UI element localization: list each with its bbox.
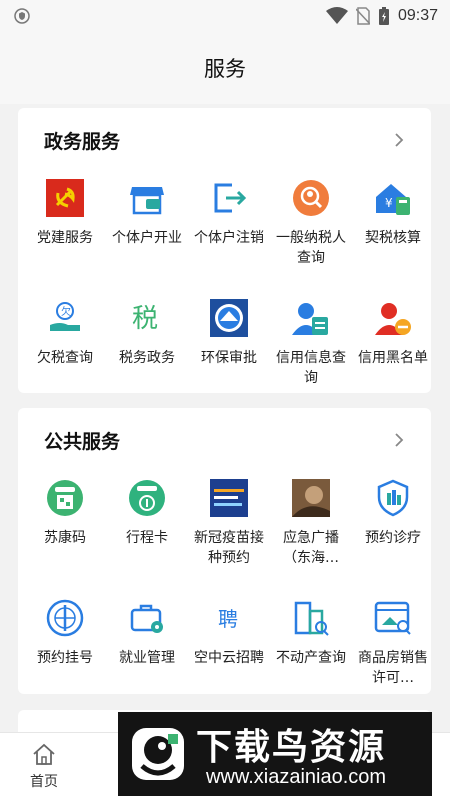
- service-label: 一般纳税人查询: [276, 230, 346, 266]
- nav-label: 首页: [30, 774, 58, 790]
- party-flag-icon: [45, 178, 85, 218]
- exit-icon: [209, 178, 249, 218]
- service-label: 个体户开业: [112, 230, 182, 246]
- service-item[interactable]: 行程卡: [106, 472, 188, 592]
- blacklist-icon: [373, 298, 413, 338]
- service-label: 行程卡: [126, 530, 168, 546]
- service-label: 应急广播（东海…: [283, 530, 339, 566]
- credit-info-icon: [291, 298, 331, 338]
- svg-text:聘: 聘: [218, 607, 238, 631]
- watermark-title: 下载鸟资源: [196, 727, 387, 768]
- service-label: 环保审批: [201, 350, 257, 366]
- shield-clinic-icon: [373, 478, 413, 518]
- service-label: 就业管理: [119, 650, 175, 666]
- service-item[interactable]: 欠 欠税查询: [24, 292, 106, 412]
- svg-text:欠: 欠: [61, 305, 71, 318]
- section-header[interactable]: 公共服务: [18, 408, 431, 472]
- service-item[interactable]: 就业管理: [106, 592, 188, 712]
- service-item[interactable]: 不动产查询: [270, 592, 352, 712]
- section-title: 公共服务: [44, 430, 121, 453]
- service-grid: 党建服务 个体户开业 个体户注销 一般纳税人查询 ¥ 契税核算 欠 欠税查询 税…: [18, 172, 431, 412]
- service-item[interactable]: 一般纳税人查询: [270, 172, 352, 292]
- home-icon: [33, 743, 55, 765]
- recruit-icon: 聘: [209, 598, 249, 638]
- house-calculator-icon: ¥: [373, 178, 413, 218]
- service-label: 苏康码: [44, 530, 86, 546]
- service-item[interactable]: 商品房销售许可…: [352, 592, 434, 712]
- service-grid: 苏康码 行程卡 新冠疫苗接种预约 应急广播（东海… 预约诊疗 预约挂号 就业管理…: [18, 472, 431, 712]
- page-title: 服务: [204, 57, 246, 81]
- service-label: 信用信息查询: [276, 350, 346, 386]
- chevron-right-icon[interactable]: [391, 132, 407, 148]
- service-label: 欠税查询: [37, 350, 93, 366]
- trip-card-icon: [127, 478, 167, 518]
- wifi-icon: [325, 7, 348, 24]
- service-item[interactable]: 信用黑名单: [352, 292, 434, 412]
- status-time: 09:37: [397, 7, 438, 24]
- service-label: 商品房销售许可…: [358, 650, 428, 686]
- service-label: 税务政务: [119, 350, 175, 366]
- service-item[interactable]: 聘 空中云招聘: [188, 592, 270, 712]
- service-label: 新冠疫苗接种预约: [194, 530, 264, 566]
- service-item[interactable]: 党建服务: [24, 172, 106, 292]
- service-label: 不动产查询: [276, 650, 346, 666]
- service-item[interactable]: 应急广播（东海…: [270, 472, 352, 592]
- search-person-icon: [291, 178, 331, 218]
- service-item[interactable]: 税 税务政务: [106, 292, 188, 412]
- service-label: 预约挂号: [37, 650, 93, 666]
- service-item[interactable]: ¥ 契税核算: [352, 172, 434, 292]
- service-item[interactable]: 苏康码: [24, 472, 106, 592]
- no-sim-icon: [355, 7, 370, 25]
- building-search-icon: [291, 598, 331, 638]
- shield-notification-icon: [14, 8, 30, 24]
- service-label: 契税核算: [365, 230, 421, 246]
- service-label: 信用黑名单: [358, 350, 428, 366]
- service-item[interactable]: 信用信息查询: [270, 292, 352, 412]
- briefcase-gear-icon: [127, 598, 167, 638]
- watermark-overlay: 下载鸟资源 www.xiazainiao.com: [118, 712, 432, 796]
- service-item[interactable]: 个体户注销: [188, 172, 270, 292]
- svg-text:税: 税: [132, 304, 158, 334]
- house-search-icon: [373, 598, 413, 638]
- bird-logo-icon: [132, 728, 184, 780]
- vaccine-banner-icon: [209, 478, 249, 518]
- watermark-url: www.xiazainiao.com: [206, 766, 387, 788]
- service-item[interactable]: 环保审批: [188, 292, 270, 412]
- service-item[interactable]: 个体户开业: [106, 172, 188, 292]
- service-item[interactable]: 预约挂号: [24, 592, 106, 712]
- public-services-card: 公共服务 苏康码 行程卡 新冠疫苗接种预约 应急广播（东海… 预约诊疗 预约挂号…: [18, 408, 431, 694]
- tax-icon: 税: [127, 298, 167, 338]
- service-item[interactable]: 预约诊疗: [352, 472, 434, 592]
- battery-charging-icon: [378, 7, 389, 25]
- section-title: 政务服务: [44, 130, 121, 153]
- service-label: 预约诊疗: [365, 530, 421, 546]
- broadcast-photo-icon: [291, 478, 331, 518]
- page-header: 服务: [0, 32, 450, 104]
- status-bar: 09:37: [0, 0, 450, 32]
- nav-item-home[interactable]: 首页: [14, 743, 74, 791]
- health-code-icon: [45, 478, 85, 518]
- chevron-right-icon[interactable]: [391, 432, 407, 448]
- service-item[interactable]: 新冠疫苗接种预约: [188, 472, 270, 592]
- service-label: 党建服务: [37, 230, 93, 246]
- government-services-card: 政务服务 党建服务 个体户开业 个体户注销 一般纳税人查询 ¥ 契税核算 欠 欠…: [18, 108, 431, 393]
- environment-seal-icon: [209, 298, 249, 338]
- service-label: 空中云招聘: [194, 650, 264, 666]
- hand-coin-icon: 欠: [45, 298, 85, 338]
- storefront-icon: [127, 178, 167, 218]
- svg-text:¥: ¥: [385, 196, 393, 210]
- who-emblem-icon: [45, 598, 85, 638]
- section-header[interactable]: 政务服务: [18, 108, 431, 172]
- service-label: 个体户注销: [194, 230, 264, 246]
